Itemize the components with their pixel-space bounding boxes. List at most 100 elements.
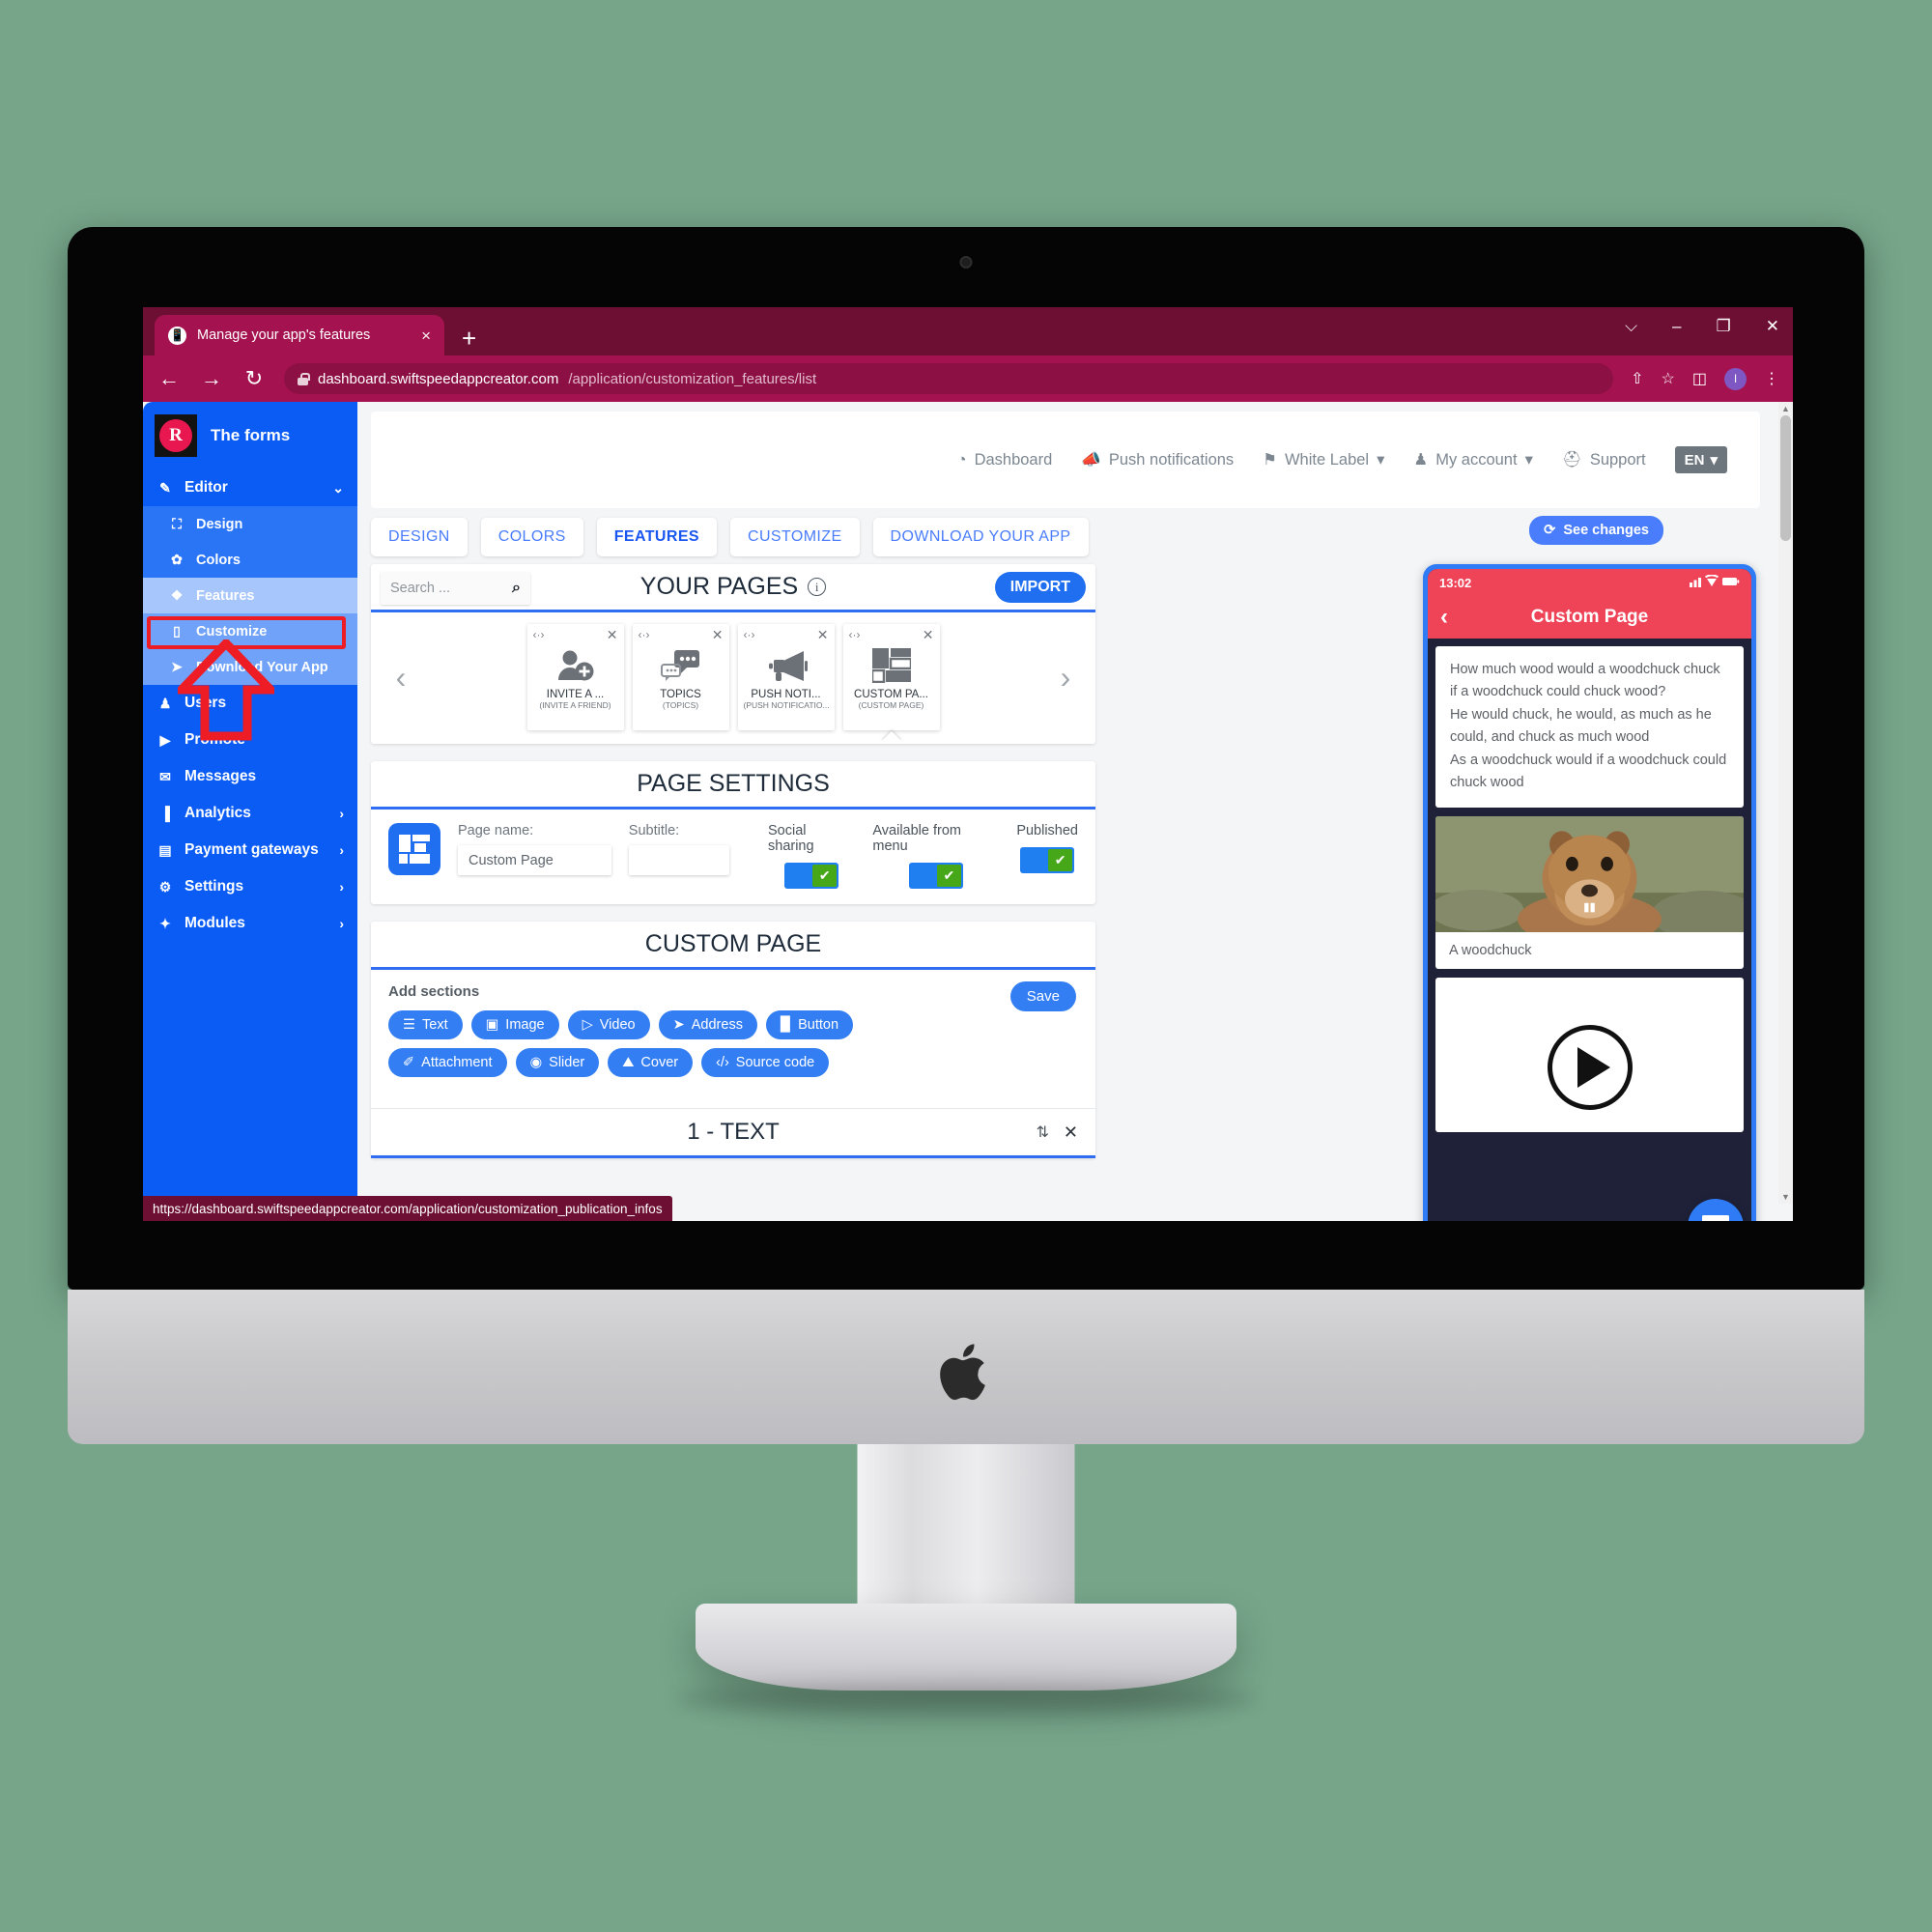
tab-close-icon[interactable]: × xyxy=(421,327,431,344)
chat-support-button[interactable] xyxy=(1688,1199,1744,1221)
sidebar-item-modules[interactable]: ✦ Modules › xyxy=(143,905,357,942)
save-button[interactable]: Save xyxy=(1009,981,1076,1011)
sidebar-item-payment-gateways[interactable]: ▤ Payment gateways › xyxy=(143,832,357,868)
reload-button[interactable]: ↻ xyxy=(242,368,267,389)
bookmark-star-icon[interactable]: ☆ xyxy=(1662,369,1675,388)
share-icon[interactable]: ⇧ xyxy=(1631,369,1643,388)
phone-screen: 13:02 ‹ Custom Page How much wood would … xyxy=(1428,569,1751,1221)
code-icon[interactable]: ‹·› xyxy=(533,628,545,641)
sidebar-item-colors[interactable]: ✿ Colors xyxy=(143,542,357,578)
feature-card-push-notifications[interactable]: ‹·› ✕ PUSH NOTI... (PUSH NOTIFICATIO... xyxy=(737,624,835,730)
import-button[interactable]: IMPORT xyxy=(994,572,1086,603)
play-icon[interactable] xyxy=(1547,1024,1633,1110)
window-chevron-icon[interactable]: ⌵ xyxy=(1625,317,1637,336)
subtitle-field-group: Subtitle: xyxy=(628,823,729,875)
profile-avatar[interactable]: I xyxy=(1724,367,1747,390)
caret-down-icon: ▾ xyxy=(1524,451,1533,469)
close-icon[interactable]: ✕ xyxy=(607,627,618,643)
add-address-section-button[interactable]: ➤ Address xyxy=(658,1010,757,1039)
tab-download-your-app[interactable]: DOWNLOAD YOUR APP xyxy=(872,518,1089,556)
feature-card-topics[interactable]: ‹·› ✕ TOPICS (TOPICS) xyxy=(632,624,729,730)
sidebar-item-messages[interactable]: ✉ Messages xyxy=(143,758,357,795)
back-icon[interactable]: ‹ xyxy=(1440,604,1448,631)
add-attachment-section-button[interactable]: ✐ Attachment xyxy=(388,1048,507,1077)
language-selector[interactable]: EN ▾ xyxy=(1674,446,1727,473)
add-source-code-section-button[interactable]: ‹/› Source code xyxy=(701,1048,830,1077)
subtitle-input[interactable] xyxy=(628,845,729,875)
code-icon[interactable]: ‹·› xyxy=(639,628,650,641)
tab-customize[interactable]: CUSTOMIZE xyxy=(729,518,860,556)
side-panel-icon[interactable]: ◫ xyxy=(1692,369,1707,388)
status-time: 13:02 xyxy=(1439,575,1472,590)
browser-menu-icon[interactable]: ⋮ xyxy=(1764,369,1779,388)
add-cover-section-button[interactable]: ⛰ Cover xyxy=(608,1048,694,1077)
feature-card-subtitle: (PUSH NOTIFICATIO... xyxy=(743,700,829,710)
feature-card-invite-a-friend[interactable]: ‹·› ✕ INVITE A ... (INVITE A FRIEND) xyxy=(526,624,624,730)
sidebar-item-features[interactable]: ❖ Features xyxy=(143,578,357,613)
scroll-down-arrow-icon[interactable]: ▼ xyxy=(1780,1192,1791,1202)
code-icon[interactable]: ‹·› xyxy=(744,628,755,641)
topnav-label: My account xyxy=(1435,450,1518,469)
feature-card-name: INVITE A ... xyxy=(546,689,605,700)
topnav-push-notifications[interactable]: 📣 Push notifications xyxy=(1081,451,1234,469)
window-maximize-button[interactable]: ❐ xyxy=(1717,317,1731,336)
close-icon[interactable]: ✕ xyxy=(817,627,829,643)
add-slider-section-button[interactable]: ◉ Slider xyxy=(515,1048,600,1077)
feature-card-subtitle: (INVITE A FRIEND) xyxy=(539,700,611,710)
video-icon: ▷ xyxy=(582,1017,593,1033)
topnav-label: White Label xyxy=(1284,450,1370,469)
credit-card-icon: ▤ xyxy=(158,841,172,858)
tab-features[interactable]: FEATURES xyxy=(596,518,717,556)
info-icon[interactable]: i xyxy=(808,578,827,596)
section-type-chips: ☰ Text ▣ Image ▷ Video ➤ Address ▉ Butto… xyxy=(388,1010,929,1077)
close-icon[interactable]: ✕ xyxy=(923,627,934,643)
search-input[interactable]: Search ... ⌕ xyxy=(381,572,530,605)
sidebar-item-label: Customize xyxy=(196,623,268,639)
add-video-section-button[interactable]: ▷ Video xyxy=(567,1010,650,1039)
carousel-next-button[interactable]: › xyxy=(1043,660,1088,696)
scroll-up-arrow-icon[interactable]: ▲ xyxy=(1780,404,1791,413)
page-name-input[interactable]: Custom Page xyxy=(458,845,611,875)
topnav-support[interactable]: ⛑ Support xyxy=(1562,451,1646,469)
add-button-section-button[interactable]: ▉ Button xyxy=(765,1010,854,1039)
code-icon[interactable]: ‹·› xyxy=(849,628,861,641)
topnav-dashboard[interactable]: ◔ Dashboard xyxy=(957,451,1053,469)
carousel-prev-button[interactable]: ‹ xyxy=(379,660,423,696)
page-scrollbar[interactable]: ▲ ▼ xyxy=(1778,402,1793,1204)
tab-design[interactable]: DESIGN xyxy=(371,518,468,556)
sidebar-item-settings[interactable]: ⚙ Settings › xyxy=(143,868,357,905)
published-toggle[interactable]: ✔ xyxy=(1020,847,1075,873)
tab-colors[interactable]: COLORS xyxy=(480,518,583,556)
sidebar-item-design[interactable]: ⛶ Design xyxy=(143,506,357,542)
address-bar[interactable]: dashboard.swiftspeedappcreator.com/appli… xyxy=(284,363,1614,394)
preview-video-block[interactable] xyxy=(1435,977,1744,1132)
new-tab-button[interactable]: + xyxy=(462,326,476,351)
topnav-white-label[interactable]: ⚑ White Label ▾ xyxy=(1263,450,1384,469)
add-image-section-button[interactable]: ▣ Image xyxy=(470,1010,559,1039)
gear-icon: ⚙ xyxy=(158,878,172,895)
delete-section-icon[interactable]: ✕ xyxy=(1064,1122,1078,1143)
back-button[interactable]: ← xyxy=(156,368,182,389)
design-icon: ⛶ xyxy=(172,516,182,531)
custom-page-title: CUSTOM PAGE xyxy=(371,922,1095,970)
add-text-section-button[interactable]: ☰ Text xyxy=(388,1010,463,1039)
feature-card-custom-page[interactable]: ‹·› ✕ CUSTOM PA... (CUSTOM PAGE) xyxy=(842,624,940,730)
window-minimize-button[interactable]: – xyxy=(1672,317,1681,336)
chevron-right-icon: › xyxy=(339,879,344,895)
browser-tab[interactable]: 📱 Manage your app's features × xyxy=(155,315,444,355)
available-from-menu-label: Available from menu xyxy=(872,823,961,854)
sidebar-item-analytics[interactable]: ▐ Analytics › xyxy=(143,795,357,832)
scrollbar-thumb[interactable] xyxy=(1780,415,1791,541)
sidebar-item-label: Analytics xyxy=(185,805,251,821)
close-icon[interactable]: ✕ xyxy=(712,627,724,643)
sidebar-item-editor[interactable]: ✎ Editor ⌄ xyxy=(143,469,357,506)
search-icon[interactable]: ⌕ xyxy=(512,580,521,597)
social-sharing-toggle[interactable]: ✔ xyxy=(784,863,839,889)
window-close-button[interactable]: ✕ xyxy=(1766,317,1779,336)
sort-handle-icon[interactable]: ⇅ xyxy=(1037,1122,1049,1142)
see-changes-button[interactable]: ⟳ See changes xyxy=(1529,516,1663,545)
forward-button[interactable]: → xyxy=(199,368,224,389)
topnav-my-account[interactable]: ♟ My account ▾ xyxy=(1413,450,1532,469)
slider-icon: ◉ xyxy=(529,1055,543,1070)
available-from-menu-toggle[interactable]: ✔ xyxy=(908,863,963,889)
